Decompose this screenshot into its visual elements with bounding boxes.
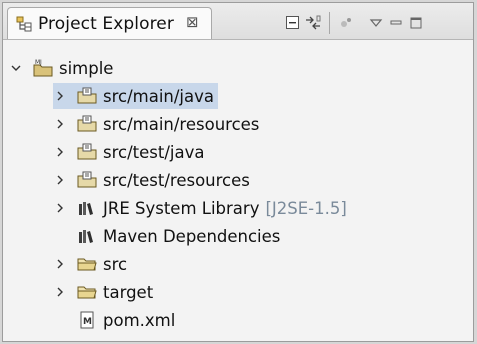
tree-item-src[interactable]: src <box>53 251 127 277</box>
tree-item-label: src/main/java <box>103 86 215 106</box>
view-title: Project Explorer <box>38 13 174 34</box>
folder-icon <box>77 283 97 301</box>
maven-pom-file-icon: M <box>77 311 97 329</box>
collapse-all-icon[interactable] <box>283 13 303 33</box>
library-icon <box>77 227 97 245</box>
tree-item-label: src/test/java <box>103 142 205 162</box>
chevron-right-icon[interactable] <box>53 145 67 159</box>
source-folder-icon <box>77 171 97 189</box>
tree-item-target[interactable]: target <box>53 279 153 305</box>
chevron-right-icon[interactable] <box>53 89 67 103</box>
tree-item-jre-system-library[interactable]: JRE System Library [J2SE-1.5] <box>53 195 347 221</box>
svg-text:M: M <box>83 317 92 327</box>
tab-project-explorer[interactable]: Project Explorer ⊠ <box>7 7 212 39</box>
project-explorer-view: Project Explorer ⊠ M J simple src/main/j… <box>2 2 474 342</box>
tree-item-label: src/main/resources <box>103 114 260 134</box>
tree-item-label: src <box>103 254 128 274</box>
project-explorer-icon <box>16 16 32 32</box>
toolbar-separator <box>329 12 330 34</box>
tree-item-src-test-java[interactable]: src/test/java <box>53 139 204 165</box>
chevron-right-icon[interactable] <box>53 257 67 271</box>
source-folder-icon <box>77 115 97 133</box>
chevron-down-icon[interactable] <box>9 61 23 75</box>
svg-text:J: J <box>39 59 42 66</box>
tree-item-label: JRE System Library <box>103 198 260 218</box>
view-toolbar <box>283 12 426 34</box>
view-menu-icon[interactable] <box>366 13 386 33</box>
source-folder-icon <box>77 143 97 161</box>
new-icon[interactable] <box>336 13 356 33</box>
close-icon[interactable]: ⊠ <box>186 13 199 31</box>
tree-item-src-main-resources[interactable]: src/main/resources <box>53 111 259 137</box>
project-label: simple <box>59 58 114 78</box>
jre-version-decoration: [J2SE-1.5] <box>265 198 347 218</box>
source-folder-icon <box>77 87 97 105</box>
chevron-right-icon[interactable] <box>53 285 67 299</box>
tree-item-label: Maven Dependencies <box>103 226 281 246</box>
view-tab-bar: Project Explorer ⊠ <box>3 3 473 40</box>
maximize-icon[interactable] <box>406 13 426 33</box>
library-icon <box>77 199 97 217</box>
tree-item-pom-xml[interactable]: M pom.xml <box>77 307 175 333</box>
tree-item-maven-dependencies[interactable]: Maven Dependencies <box>77 223 280 249</box>
tree-item-src-test-resources[interactable]: src/test/resources <box>53 167 250 193</box>
tree-item-label: target <box>103 282 154 302</box>
chevron-right-icon[interactable] <box>53 173 67 187</box>
tree-item-label: pom.xml <box>103 310 176 330</box>
chevron-right-icon[interactable] <box>53 201 67 215</box>
tree-item-src-main-java[interactable]: src/main/java <box>53 83 219 109</box>
folder-icon <box>77 255 97 273</box>
link-with-editor-icon[interactable] <box>303 13 323 33</box>
maven-project-icon: M J <box>33 59 53 77</box>
chevron-right-icon[interactable] <box>53 117 67 131</box>
tree-item-project[interactable]: M J simple <box>9 55 113 81</box>
tree-item-label: src/test/resources <box>103 170 250 190</box>
minimize-icon[interactable] <box>386 13 406 33</box>
